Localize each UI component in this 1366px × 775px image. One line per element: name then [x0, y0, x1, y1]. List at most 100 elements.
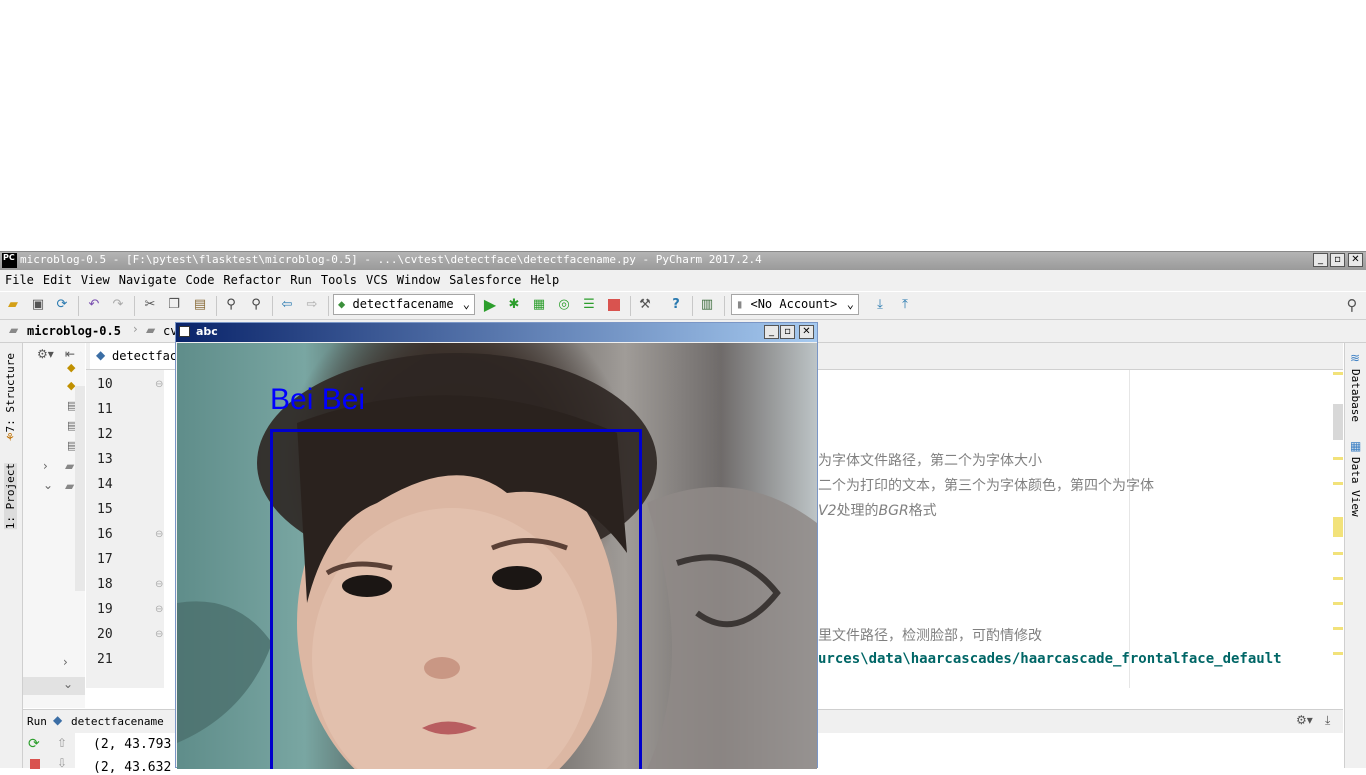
window-icon — [179, 326, 190, 337]
menu-navigate[interactable]: Navigate — [119, 270, 177, 291]
download-icon[interactable]: ⤓ — [872, 297, 888, 313]
folder-icon[interactable]: ▰ — [65, 479, 74, 493]
line-number: 17 — [97, 552, 113, 567]
toolbar-separator — [328, 296, 329, 316]
python-icon: ◆ — [338, 297, 346, 311]
minimize-button[interactable]: _ — [1313, 253, 1328, 267]
toolbar-separator — [216, 296, 217, 316]
pycharm-app-icon: PC — [2, 253, 17, 268]
profile-icon[interactable]: ◎ — [556, 297, 572, 313]
menu-run[interactable]: Run — [290, 270, 312, 291]
stop-icon[interactable] — [606, 297, 622, 313]
abc-image-window[interactable]: abc _ ▫ ✕ Bei Bei — [175, 322, 818, 769]
find-icon[interactable]: ⚲ — [223, 297, 239, 313]
upload-icon[interactable]: ⤒ — [897, 297, 913, 313]
project-scrollbar[interactable] — [75, 386, 85, 591]
gear-icon[interactable]: ⚙▾ — [1296, 713, 1313, 727]
python-icon: ◆ — [53, 713, 63, 727]
chevron-down-icon[interactable]: ⌄ — [43, 478, 53, 492]
menu-edit[interactable]: Edit — [43, 270, 72, 291]
redo-icon[interactable]: ↷ — [110, 297, 126, 313]
undo-icon[interactable]: ↶ — [86, 297, 102, 313]
forward-icon[interactable]: ⇨ — [304, 297, 320, 313]
line-number: 21 — [97, 652, 113, 667]
fold-marker-icon[interactable]: ⊖ — [155, 379, 163, 390]
code-comment-line[interactable]: V2处理的BGR格式 — [818, 500, 937, 520]
error-stripe[interactable] — [1333, 372, 1343, 690]
toolbar-separator — [630, 296, 631, 316]
concurrency-icon[interactable]: ☰ — [581, 297, 597, 313]
code-string-line[interactable]: urces\data\haarcascades/haarcascade_fron… — [818, 651, 1282, 667]
chevron-right-icon[interactable]: › — [63, 655, 68, 669]
structure-tool-button[interactable]: 7: Structure — [4, 353, 17, 432]
line-number: 18 — [97, 577, 113, 592]
project-tool-button[interactable]: 1: Project — [4, 463, 17, 530]
fold-marker-icon[interactable]: ⊖ — [155, 629, 163, 640]
code-comment-line[interactable]: 为字体文件路径，第二个为字体大小 — [818, 450, 1042, 470]
python-file-icon[interactable]: ◆ — [67, 361, 75, 374]
maximize-button[interactable]: ▫ — [1330, 253, 1345, 267]
copy-icon[interactable]: ❐ — [166, 297, 182, 313]
folder-icon[interactable]: ▰ — [65, 459, 74, 473]
horizontal-scrollbar[interactable] — [23, 677, 85, 695]
open-folder-icon[interactable]: ▰ — [5, 297, 21, 313]
sync-icon[interactable]: ⟳ — [54, 297, 70, 313]
title-bar: PC microblog-0.5 - [F:\pytest\flasktest\… — [0, 251, 1366, 270]
code-comment-line[interactable]: 里文件路径，检测脸部，可酌情修改 — [818, 625, 1042, 645]
run-icon[interactable]: ▶ — [482, 297, 498, 313]
editor-tab[interactable]: ◆ detectfac — [90, 343, 180, 369]
fold-marker-icon[interactable]: ⊖ — [155, 604, 163, 615]
run-config-label: detectfacename — [352, 297, 454, 311]
fold-marker-icon[interactable]: ⊖ — [155, 579, 163, 590]
menu-help[interactable]: Help — [530, 270, 559, 291]
close-button[interactable]: ✕ — [1348, 253, 1363, 267]
chevron-down-icon: ⌄ — [462, 297, 470, 311]
menu-view[interactable]: View — [81, 270, 110, 291]
sdk-manager-icon[interactable]: ▥ — [699, 297, 715, 313]
collapse-icon[interactable]: ⇤ — [65, 347, 75, 361]
menu-window[interactable]: Window — [397, 270, 440, 291]
gear-icon[interactable]: ⚙▾ — [37, 347, 54, 361]
database-tool-button[interactable]: Database — [1349, 369, 1362, 422]
menu-file[interactable]: File — [5, 270, 34, 291]
close-button[interactable]: ✕ — [799, 325, 814, 339]
replace-icon[interactable]: ⚲ — [248, 297, 264, 313]
chevron-right-icon[interactable]: › — [43, 459, 48, 473]
help-icon[interactable]: ? — [668, 297, 684, 313]
right-margin-guide — [1129, 370, 1130, 688]
maximize-button[interactable]: ▫ — [780, 325, 795, 339]
menu-vcs[interactable]: VCS — [366, 270, 388, 291]
toolbar-separator — [78, 296, 79, 316]
up-arrow-icon[interactable]: ⇧ — [57, 736, 67, 750]
hide-panel-icon[interactable]: ⤓ — [1325, 713, 1330, 728]
rerun-icon[interactable]: ⟳ — [28, 736, 40, 752]
settings-wrench-icon[interactable]: ⚒ — [637, 297, 653, 313]
menu-bar: File Edit View Navigate Code Refactor Run Tools… — [0, 270, 1366, 291]
menu-salesforce[interactable]: Salesforce — [449, 270, 521, 291]
menu-code[interactable]: Code — [186, 270, 215, 291]
code-comment-line[interactable]: 二个为打印的文本，第三个为字体颜色，第四个为字体 — [818, 475, 1154, 495]
minimize-button[interactable]: _ — [764, 325, 779, 339]
data-view-tool-button[interactable]: Data View — [1349, 457, 1362, 517]
chevron-down-icon[interactable]: ⌄ — [63, 677, 73, 691]
cut-icon[interactable]: ✂ — [142, 297, 158, 313]
menu-tools[interactable]: Tools — [321, 270, 357, 291]
run-tab-label[interactable]: Run — [27, 715, 47, 728]
paste-icon[interactable]: ▤ — [192, 297, 208, 313]
editor-scroll-thumb[interactable] — [1333, 404, 1343, 440]
fold-marker-icon[interactable]: ⊖ — [155, 529, 163, 540]
menu-refactor[interactable]: Refactor — [223, 270, 281, 291]
debug-icon[interactable]: ✱ — [506, 297, 522, 313]
breadcrumb-project[interactable]: microblog-0.5 — [27, 324, 121, 338]
search-everywhere-icon[interactable]: ⚲ — [1344, 297, 1360, 313]
save-icon[interactable]: ▣ — [30, 297, 46, 313]
run-config-select[interactable]: ◆ detectfacename ⌄ — [333, 294, 475, 315]
face-bounding-box — [270, 429, 642, 769]
run-config-tab[interactable]: detectfacename — [71, 715, 164, 728]
toolbar-separator — [724, 296, 725, 316]
line-number: 14 — [97, 477, 113, 492]
back-icon[interactable]: ⇦ — [279, 297, 295, 313]
coverage-icon[interactable]: ▦ — [531, 297, 547, 313]
abc-title-bar[interactable]: abc _ ▫ ✕ — [176, 323, 817, 342]
account-select[interactable]: ▮ <No Account> ⌄ — [731, 294, 859, 315]
